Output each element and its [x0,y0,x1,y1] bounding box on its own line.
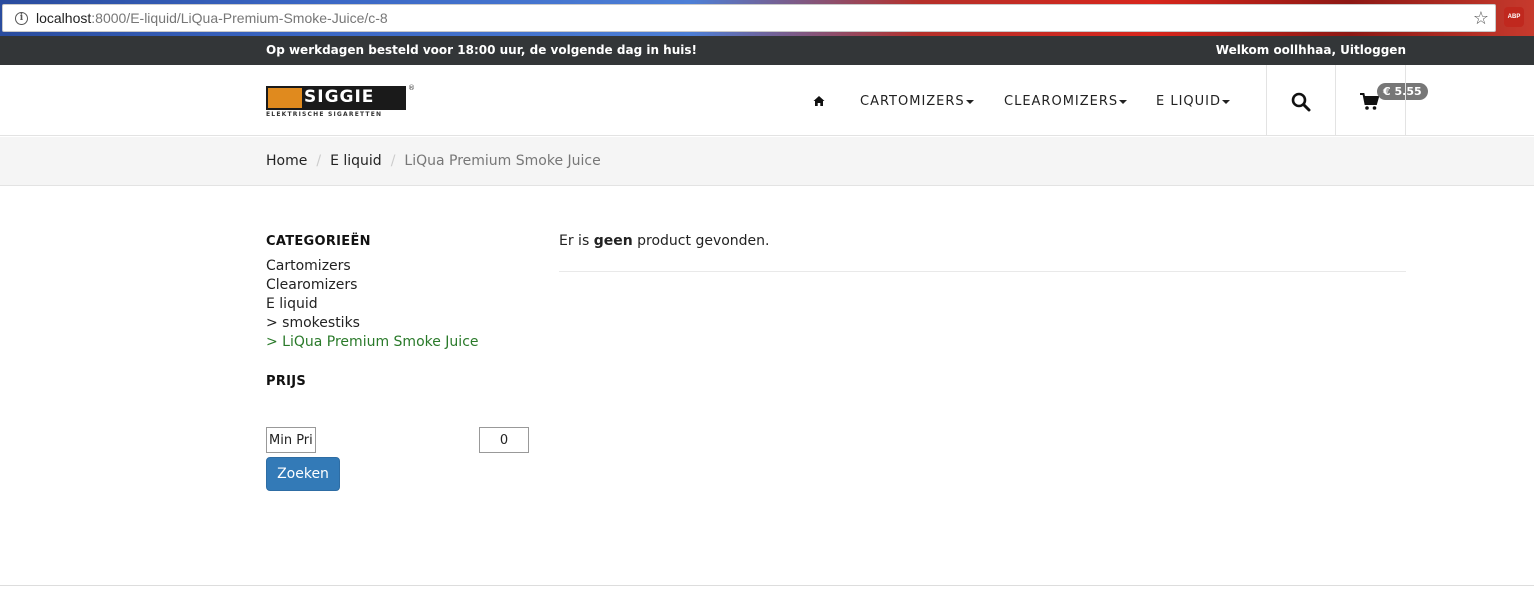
category-clearomizers[interactable]: Clearomizers [266,277,357,293]
nav-clearomizers-label: CLEAROMIZERS [1004,94,1119,109]
breadcrumb-bar: Home / E liquid / LiQua Premium Smoke Ju… [0,137,1534,186]
max-price-input[interactable] [479,427,529,453]
no-products-message: Er is geen product gevonden. [559,233,769,249]
adblock-extension-icon[interactable]: ABP [1504,7,1524,27]
siggie-logo[interactable]: SIGGIE ® ELEKTRISCHE SIGARETTEN [266,84,415,120]
logo-tagline: ELEKTRISCHE SIGARETTEN [266,111,383,118]
breadcrumb-separator: / [316,153,322,169]
category-e-liquid[interactable]: E liquid [266,296,318,312]
header-divider [1266,65,1267,136]
header-divider [1405,65,1406,136]
nav-cartomizers[interactable]: CARTOMIZERS [860,94,974,109]
bookmark-star-icon[interactable]: ☆ [1473,8,1489,29]
chevron-down-icon [965,99,974,104]
url-host: localhost [36,10,92,26]
header-divider [1335,65,1336,136]
logo-registered-mark: ® [408,84,415,92]
category-liqua-premium-smoke-juice[interactable]: > LiQua Premium Smoke Juice [266,334,479,350]
address-bar[interactable]: i localhost:8000/E-liquid/LiQua-Premium-… [2,4,1496,32]
breadcrumb-e-liquid[interactable]: E liquid [330,153,382,169]
nav-cartomizers-label: CARTOMIZERS [860,94,965,109]
browser-chrome: i localhost:8000/E-liquid/LiQua-Premium-… [0,0,1534,36]
search-icon[interactable] [1291,92,1311,112]
category-cartomizers[interactable]: Cartomizers [266,258,351,274]
top-info-bar: Op werkdagen besteld voor 18:00 uur, de … [0,36,1534,65]
nav-e-liquid[interactable]: E LIQUID [1156,94,1231,109]
message-prefix: Er is [559,233,590,249]
content-divider [559,271,1406,272]
footer-divider [0,585,1534,586]
chevron-down-icon [1222,99,1231,104]
nav-clearomizers[interactable]: CLEAROMIZERS [1004,94,1128,109]
message-emphasis: geen [593,233,633,249]
chevron-down-icon [1119,99,1128,104]
nav-e-liquid-label: E LIQUID [1156,94,1222,109]
search-button[interactable]: Zoeken [266,457,340,491]
price-heading: PRIJS [266,374,307,389]
url-path: :8000/E-liquid/LiQua-Premium-Smoke-Juice… [91,10,388,26]
categories-heading: CATEGORIEËN [266,234,371,249]
site-header: SIGGIE ® ELEKTRISCHE SIGARETTEN CARTOMIZ… [0,65,1534,136]
delivery-notice: Op werkdagen besteld voor 18:00 uur, de … [266,43,697,57]
home-icon[interactable] [813,95,825,107]
info-icon[interactable]: i [15,11,28,25]
breadcrumb-current: LiQua Premium Smoke Juice [404,153,601,169]
logo-word: SIGGIE [304,87,375,107]
breadcrumb: Home / E liquid / LiQua Premium Smoke Ju… [266,153,601,169]
category-smokestiks[interactable]: > smokestiks [266,315,360,331]
message-suffix: product gevonden. [637,233,770,249]
url-text[interactable]: localhost:8000/E-liquid/LiQua-Premium-Sm… [36,10,388,26]
breadcrumb-home[interactable]: Home [266,153,307,169]
breadcrumb-separator: / [390,153,396,169]
logo-cigarette-tip [268,88,302,108]
min-price-input[interactable] [266,427,316,453]
welcome-logout-link[interactable]: Welkom oollhhaa, Uitloggen [1216,43,1406,57]
cart-total-badge[interactable]: € 5.55 [1377,83,1428,100]
shopping-cart-icon[interactable] [1360,93,1380,111]
